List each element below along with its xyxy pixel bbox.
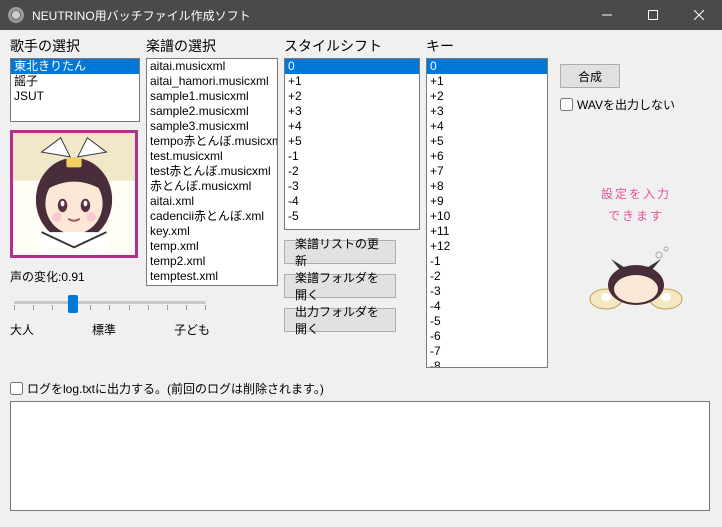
key-label: キー <box>426 36 548 56</box>
key-item[interactable]: -8 <box>427 359 547 368</box>
singer-item[interactable]: JSUT <box>11 89 139 104</box>
slider-label-left: 大人 <box>10 321 34 338</box>
key-item[interactable]: 0 <box>427 59 547 74</box>
singer-label: 歌手の選択 <box>10 36 140 56</box>
close-button[interactable] <box>676 0 722 30</box>
style-label: スタイルシフト <box>284 36 420 56</box>
singer-item[interactable]: 謡子 <box>11 74 139 89</box>
score-item[interactable]: test.musicxml <box>147 149 277 164</box>
score-item[interactable]: sample1.musicxml <box>147 89 277 104</box>
titlebar: NEUTRINO用バッチファイル作成ソフト <box>0 0 722 30</box>
singer-avatar <box>10 130 138 258</box>
score-item[interactable]: sample3.musicxml <box>147 119 277 134</box>
key-item[interactable]: +10 <box>427 209 547 224</box>
score-item[interactable]: 赤とんぼ.musicxml <box>147 179 277 194</box>
log-checkbox[interactable] <box>10 382 23 395</box>
key-item[interactable]: +8 <box>427 179 547 194</box>
window-title: NEUTRINO用バッチファイル作成ソフト <box>32 7 584 24</box>
score-item[interactable]: aitai.musicxml <box>147 59 277 74</box>
score-item[interactable]: cadencii赤とんぼ.xml <box>147 209 277 224</box>
score-item[interactable]: temp2.xml <box>147 254 277 269</box>
score-item[interactable]: tempo赤とんぼ.musicxml <box>147 134 277 149</box>
key-item[interactable]: +4 <box>427 119 547 134</box>
key-item[interactable]: +12 <box>427 239 547 254</box>
style-listbox[interactable]: 0+1+2+3+4+5-1-2-3-4-5 <box>284 58 420 230</box>
score-label: 楽譜の選択 <box>146 36 278 56</box>
slider-label-mid: 標準 <box>92 321 116 338</box>
voice-change-label: 声の変化:0.91 <box>10 268 140 285</box>
key-item[interactable]: -3 <box>427 284 547 299</box>
style-item[interactable]: -5 <box>285 209 419 224</box>
score-item[interactable]: aitai.xml <box>147 194 277 209</box>
open-output-folder-button[interactable]: 出力フォルダを開く <box>284 308 396 332</box>
refresh-scores-button[interactable]: 楽譜リストの更新 <box>284 240 396 264</box>
score-item[interactable]: temp.xml <box>147 239 277 254</box>
key-item[interactable]: +2 <box>427 89 547 104</box>
score-item[interactable]: sample2.musicxml <box>147 104 277 119</box>
key-item[interactable]: +7 <box>427 164 547 179</box>
key-item[interactable]: +6 <box>427 149 547 164</box>
style-item[interactable]: -1 <box>285 149 419 164</box>
voice-slider[interactable] <box>10 291 210 319</box>
synthesize-button[interactable]: 合成 <box>560 64 620 88</box>
key-item[interactable]: +11 <box>427 224 547 239</box>
app-icon <box>8 7 24 23</box>
key-item[interactable]: +1 <box>427 74 547 89</box>
log-checkbox-row[interactable]: ログをlog.txtに出力する。(前回のログは削除されます。) <box>10 380 712 397</box>
key-item[interactable]: -1 <box>427 254 547 269</box>
key-item[interactable]: +5 <box>427 134 547 149</box>
maximize-button[interactable] <box>630 0 676 30</box>
style-item[interactable]: +1 <box>285 74 419 89</box>
key-item[interactable]: -4 <box>427 299 547 314</box>
style-item[interactable]: +4 <box>285 119 419 134</box>
key-item[interactable]: -7 <box>427 344 547 359</box>
no-wav-checkbox-row[interactable]: WAVを出力しない <box>560 96 712 113</box>
style-item[interactable]: -3 <box>285 179 419 194</box>
log-checkbox-label: ログをlog.txtに出力する。(前回のログは削除されます。) <box>27 380 324 397</box>
score-item[interactable]: aitai_hamori.musicxml <box>147 74 277 89</box>
mascot-image <box>581 237 691 317</box>
window-controls <box>584 0 722 30</box>
style-item[interactable]: -2 <box>285 164 419 179</box>
singer-item[interactable]: 東北きりたん <box>11 59 139 74</box>
style-item[interactable]: +5 <box>285 134 419 149</box>
key-item[interactable]: +3 <box>427 104 547 119</box>
style-item[interactable]: 0 <box>285 59 419 74</box>
score-item[interactable]: testt.xml <box>147 284 277 286</box>
singer-listbox[interactable]: 東北きりたん謡子JSUT <box>10 58 140 122</box>
score-item[interactable]: temptest.xml <box>147 269 277 284</box>
score-item[interactable]: key.xml <box>147 224 277 239</box>
key-item[interactable]: -6 <box>427 329 547 344</box>
key-item[interactable]: -2 <box>427 269 547 284</box>
style-item[interactable]: +2 <box>285 89 419 104</box>
open-score-folder-button[interactable]: 楽譜フォルダを開く <box>284 274 396 298</box>
style-item[interactable]: +3 <box>285 104 419 119</box>
key-listbox[interactable]: 0+1+2+3+4+5+6+7+8+9+10+11+12-1-2-3-4-5-6… <box>426 58 548 368</box>
no-wav-checkbox[interactable] <box>560 98 573 111</box>
score-item[interactable]: test赤とんぼ.musicxml <box>147 164 277 179</box>
slider-thumb[interactable] <box>68 295 78 313</box>
minimize-button[interactable] <box>584 0 630 30</box>
style-item[interactable]: -4 <box>285 194 419 209</box>
key-item[interactable]: +9 <box>427 194 547 209</box>
key-item[interactable]: -5 <box>427 314 547 329</box>
log-textarea[interactable] <box>10 401 710 511</box>
hint-text: 設定を入力 できます <box>560 183 712 227</box>
no-wav-label: WAVを出力しない <box>577 96 675 113</box>
score-listbox[interactable]: aitai.musicxmlaitai_hamori.musicxmlsampl… <box>146 58 278 286</box>
